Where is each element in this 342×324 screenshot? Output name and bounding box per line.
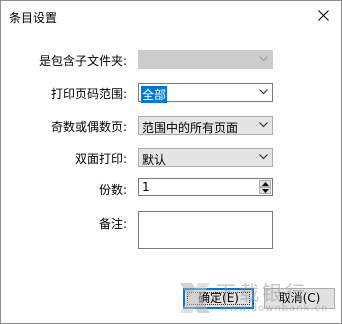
close-button[interactable] bbox=[307, 1, 341, 31]
print-range-value: 全部 bbox=[141, 86, 168, 103]
chevron-down-icon bbox=[259, 122, 268, 128]
notes-textarea[interactable] bbox=[138, 211, 273, 249]
dialog-window: 条目设置 是包含子文件夹: 打印页码范围: 全部 奇数或偶数页: 范围中的所有页… bbox=[0, 0, 342, 324]
watermark-url: www.downbank.cn bbox=[220, 303, 329, 314]
chevron-down-icon bbox=[259, 56, 268, 62]
watermark-text: 下载银行 bbox=[216, 281, 308, 305]
duplex-select[interactable]: 默认 bbox=[138, 148, 273, 167]
chevron-down-icon bbox=[259, 154, 268, 160]
x-logo-icon bbox=[180, 283, 210, 313]
watermark: 下载银行 www.downbank.cn bbox=[176, 277, 336, 321]
duplex-label: 双面打印: bbox=[74, 152, 127, 166]
copies-value: 1 bbox=[142, 180, 150, 194]
include-subfolders-label: 是包含子文件夹: bbox=[38, 54, 127, 68]
stepper-buttons bbox=[259, 180, 271, 194]
window-title: 条目设置 bbox=[9, 11, 58, 25]
odd-even-value: 范围中的所有页面 bbox=[142, 121, 239, 135]
chevron-down-icon bbox=[259, 89, 268, 95]
spin-up-icon bbox=[262, 182, 269, 186]
print-range-select[interactable]: 全部 bbox=[138, 83, 273, 103]
close-icon bbox=[318, 10, 329, 21]
notes-label: 备注: bbox=[98, 217, 127, 231]
include-subfolders-select[interactable] bbox=[138, 50, 273, 69]
odd-even-label: 奇数或偶数页: bbox=[50, 120, 127, 134]
print-range-label: 打印页码范围: bbox=[50, 87, 127, 101]
spin-down-button[interactable] bbox=[259, 187, 271, 194]
spin-up-button[interactable] bbox=[259, 180, 271, 187]
copies-stepper[interactable]: 1 bbox=[138, 178, 273, 196]
odd-even-select[interactable]: 范围中的所有页面 bbox=[138, 116, 273, 135]
duplex-value: 默认 bbox=[142, 153, 167, 167]
copies-label: 份数: bbox=[98, 183, 127, 197]
title-bar: 条目设置 bbox=[1, 1, 341, 31]
spin-down-icon bbox=[262, 189, 269, 193]
